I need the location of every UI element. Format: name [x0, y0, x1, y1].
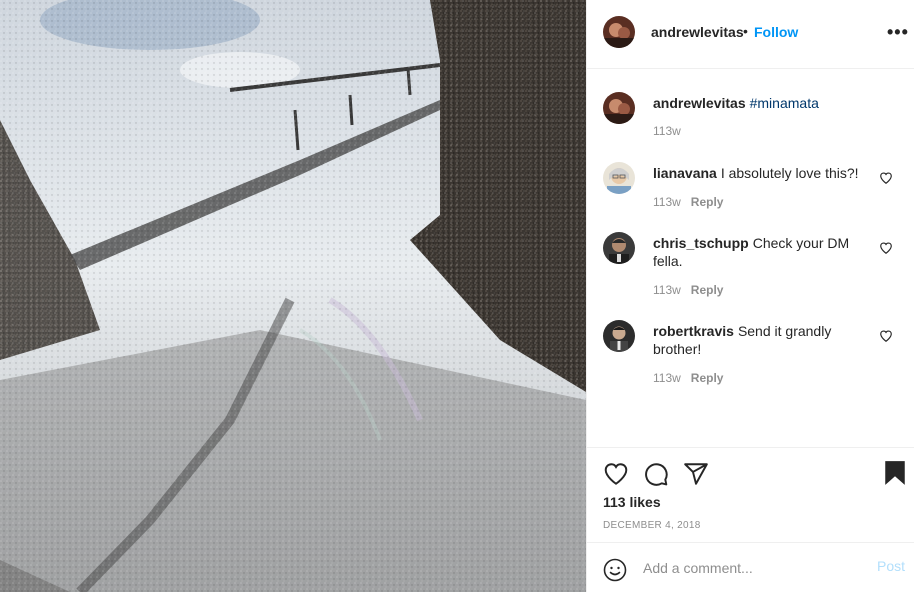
- like-comment-heart-icon[interactable]: [879, 241, 893, 255]
- comment-text: robertkravis Send it grandly brother!: [653, 322, 867, 358]
- comment-meta: 113w Reply: [653, 283, 723, 297]
- comment-text: chris_tschupp Check your DM fella.: [653, 234, 867, 270]
- comment-username[interactable]: chris_tschupp: [653, 235, 749, 251]
- caption-avatar[interactable]: [603, 92, 635, 124]
- reply-button[interactable]: Reply: [691, 195, 724, 209]
- more-horizontal-icon[interactable]: •••: [887, 22, 909, 43]
- heart-icon[interactable]: [603, 461, 629, 487]
- post-photo[interactable]: [0, 0, 586, 592]
- reply-button[interactable]: Reply: [691, 283, 724, 297]
- comment-username[interactable]: robertkravis: [653, 323, 734, 339]
- author-avatar[interactable]: [603, 16, 635, 48]
- caption-text: andrewlevitas #minamata: [653, 94, 867, 112]
- post-actions: 113 likes DECEMBER 4, 2018 Post: [587, 447, 914, 592]
- like-comment-heart-icon[interactable]: [879, 171, 893, 185]
- comment-body: I absolutely love this?!: [720, 165, 859, 181]
- comment-input[interactable]: [641, 557, 865, 579]
- commenter-avatar[interactable]: [603, 320, 635, 352]
- caption-hashtag[interactable]: #minamata: [750, 95, 819, 111]
- post-date[interactable]: DECEMBER 4, 2018: [603, 520, 701, 531]
- reply-button[interactable]: Reply: [691, 371, 724, 385]
- author-username[interactable]: andrewlevitas: [651, 24, 744, 40]
- add-comment-bar: Post: [587, 542, 914, 593]
- puddle-reflection-image: [0, 0, 586, 592]
- comment-text: lianavana I absolutely love this?!: [653, 164, 867, 182]
- comment-username[interactable]: lianavana: [653, 165, 717, 181]
- paper-plane-icon[interactable]: [683, 461, 709, 487]
- commenter-avatar[interactable]: [603, 232, 635, 264]
- comment-time[interactable]: 113w: [653, 283, 681, 297]
- comment-time[interactable]: 113w: [653, 371, 681, 385]
- bookmark-filled-icon[interactable]: [883, 460, 907, 486]
- post-header: andrewlevitas • Follow •••: [587, 0, 914, 69]
- caption-time[interactable]: 113w: [653, 124, 681, 138]
- comment-time[interactable]: 113w: [653, 195, 681, 209]
- caption-username[interactable]: andrewlevitas: [653, 95, 746, 111]
- separator-dot: •: [743, 23, 748, 39]
- follow-button[interactable]: Follow: [754, 24, 798, 40]
- post-comment-button[interactable]: Post: [877, 558, 905, 574]
- smiley-face-icon[interactable]: [603, 558, 627, 582]
- comment-meta: 113w Reply: [653, 195, 723, 209]
- comment-meta: 113w Reply: [653, 371, 723, 385]
- commenter-avatar[interactable]: [603, 162, 635, 194]
- likes-count[interactable]: 113 likes: [603, 494, 661, 510]
- post-side-panel: andrewlevitas • Follow ••• andrewlevitas…: [586, 0, 914, 592]
- caption-meta: 113w: [653, 124, 681, 138]
- like-comment-heart-icon[interactable]: [879, 329, 893, 343]
- comment-bubble-icon[interactable]: [643, 461, 669, 487]
